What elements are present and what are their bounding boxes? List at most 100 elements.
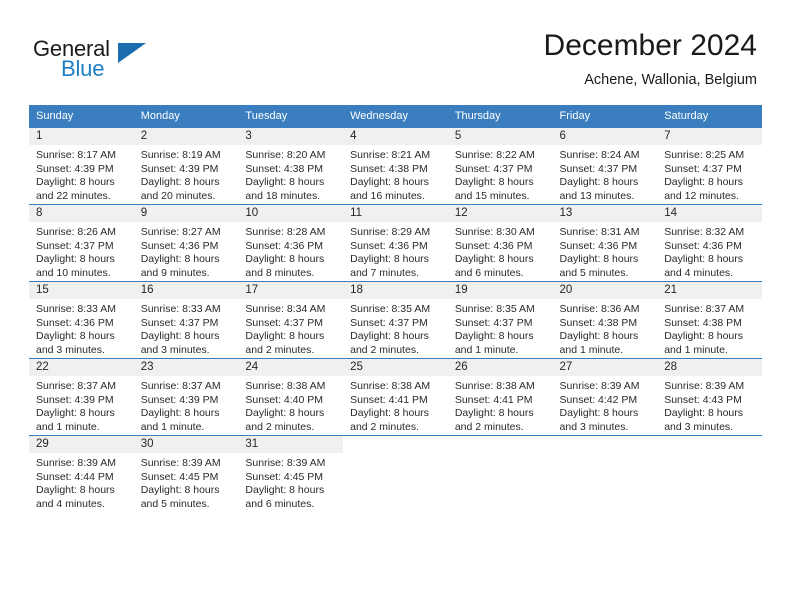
daylight-line1: Daylight: 8 hours [140,176,220,189]
daylight-line1: Daylight: 8 hours [36,484,115,497]
calendar-day-cell-empty [657,435,762,512]
daylight-line2: and 5 minutes. [559,266,629,279]
calendar-day-cell[interactable]: 25 Sunrise: 8:38 AM Sunset: 4:41 PM Dayl… [343,358,448,436]
sunrise-text: Sunrise: 8:39 AM [245,457,326,469]
day-number: 9 [133,205,239,222]
day-number: 28 [657,359,762,376]
daylight-line1: Daylight: 8 hours [140,253,220,266]
daylight-line2: and 6 minutes. [245,497,315,510]
calendar-day-cell[interactable]: 23 Sunrise: 8:37 AM Sunset: 4:39 PM Dayl… [133,358,239,436]
sunrise-text: Sunrise: 8:19 AM [140,149,221,161]
day-details: Sunrise: 8:37 AM Sunset: 4:38 PM Dayligh… [657,299,762,357]
sunrise-text: Sunrise: 8:24 AM [559,149,640,161]
daylight-line1: Daylight: 8 hours [664,253,744,266]
daylight-line2: and 4 minutes. [36,497,105,510]
sunrise-text: Sunrise: 8:39 AM [664,380,745,392]
calendar-day-cell[interactable]: 11 Sunrise: 8:29 AM Sunset: 4:36 PM Dayl… [343,204,448,282]
calendar-day-cell[interactable]: 6 Sunrise: 8:24 AM Sunset: 4:37 PM Dayli… [552,127,658,205]
sunset-text: Sunset: 4:38 PM [245,162,324,175]
daylight-line1: Daylight: 8 hours [36,407,115,420]
calendar-day-cell[interactable]: 22 Sunrise: 8:37 AM Sunset: 4:39 PM Dayl… [29,358,134,436]
page-header: General Blue December 2024 Achene, Wallo… [0,0,792,100]
day-details: Sunrise: 8:39 AM Sunset: 4:43 PM Dayligh… [657,376,762,434]
calendar-day-cell[interactable]: 12 Sunrise: 8:30 AM Sunset: 4:36 PM Dayl… [447,204,553,282]
calendar-day-cell[interactable]: 28 Sunrise: 8:39 AM Sunset: 4:43 PM Dayl… [657,358,762,436]
sunrise-text: Sunrise: 8:39 AM [559,380,640,392]
calendar-day-cell[interactable]: 7 Sunrise: 8:25 AM Sunset: 4:37 PM Dayli… [657,127,762,205]
sunrise-text: Sunrise: 8:33 AM [140,303,221,315]
calendar-day-cell[interactable]: 19 Sunrise: 8:35 AM Sunset: 4:37 PM Dayl… [447,281,553,359]
sunset-text: Sunset: 4:37 PM [140,316,219,329]
calendar-day-cell[interactable]: 29 Sunrise: 8:39 AM Sunset: 4:44 PM Dayl… [29,435,134,512]
calendar-body: 1 Sunrise: 8:17 AM Sunset: 4:39 PM Dayli… [29,127,762,512]
daylight-line1: Daylight: 8 hours [559,330,639,343]
day-number: 18 [343,282,448,299]
sunset-text: Sunset: 4:45 PM [140,470,219,483]
calendar-day-cell[interactable]: 31 Sunrise: 8:39 AM Sunset: 4:45 PM Dayl… [238,435,344,512]
day-details: Sunrise: 8:37 AM Sunset: 4:39 PM Dayligh… [134,376,239,434]
calendar-day-cell[interactable]: 18 Sunrise: 8:35 AM Sunset: 4:37 PM Dayl… [343,281,448,359]
sunset-text: Sunset: 4:39 PM [36,393,114,406]
calendar-day-cell[interactable]: 14 Sunrise: 8:32 AM Sunset: 4:36 PM Dayl… [657,204,762,282]
weekday-header-tuesday: Tuesday [238,105,344,128]
calendar-day-cell[interactable]: 8 Sunrise: 8:26 AM Sunset: 4:37 PM Dayli… [29,204,134,282]
day-number: 7 [657,128,762,145]
daylight-line2: and 5 minutes. [140,497,210,510]
calendar-day-cell[interactable]: 9 Sunrise: 8:27 AM Sunset: 4:36 PM Dayli… [133,204,239,282]
calendar-day-cell[interactable]: 5 Sunrise: 8:22 AM Sunset: 4:37 PM Dayli… [447,127,553,205]
day-number: 23 [133,359,239,376]
day-details: Sunrise: 8:39 AM Sunset: 4:42 PM Dayligh… [553,376,658,434]
day-number: 25 [343,359,448,376]
daylight-line1: Daylight: 8 hours [664,407,744,420]
calendar-day-cell[interactable]: 2 Sunrise: 8:19 AM Sunset: 4:39 PM Dayli… [133,127,239,205]
page-subtitle: Achene, Wallonia, Belgium [584,72,757,88]
calendar-day-cell-empty [447,435,553,512]
calendar-day-cell[interactable]: 13 Sunrise: 8:31 AM Sunset: 4:36 PM Dayl… [552,204,658,282]
daylight-line2: and 2 minutes. [350,343,419,356]
calendar-day-cell[interactable]: 10 Sunrise: 8:28 AM Sunset: 4:36 PM Dayl… [238,204,344,282]
sunrise-text: Sunrise: 8:38 AM [454,380,535,392]
sunrise-text: Sunrise: 8:25 AM [664,149,745,161]
daylight-line1: Daylight: 8 hours [559,176,639,189]
calendar-day-cell[interactable]: 4 Sunrise: 8:21 AM Sunset: 4:38 PM Dayli… [343,127,448,205]
calendar-day-cell[interactable]: 21 Sunrise: 8:37 AM Sunset: 4:38 PM Dayl… [657,281,762,359]
calendar-day-cell[interactable]: 16 Sunrise: 8:33 AM Sunset: 4:37 PM Dayl… [133,281,239,359]
daylight-line1: Daylight: 8 hours [664,330,744,343]
calendar-day-cell[interactable]: 17 Sunrise: 8:34 AM Sunset: 4:37 PM Dayl… [238,281,344,359]
daylight-line1: Daylight: 8 hours [350,330,429,343]
day-details: Sunrise: 8:22 AM Sunset: 4:37 PM Dayligh… [448,145,553,203]
calendar-day-cell[interactable]: 3 Sunrise: 8:20 AM Sunset: 4:38 PM Dayli… [238,127,344,205]
calendar-day-cell[interactable]: 24 Sunrise: 8:38 AM Sunset: 4:40 PM Dayl… [238,358,344,436]
calendar-day-cell[interactable]: 26 Sunrise: 8:38 AM Sunset: 4:41 PM Dayl… [447,358,553,436]
sunrise-text: Sunrise: 8:27 AM [140,226,221,238]
page-title: December 2024 [543,29,757,62]
calendar-day-cell[interactable]: 1 Sunrise: 8:17 AM Sunset: 4:39 PM Dayli… [29,127,134,205]
day-number: 29 [29,436,134,453]
calendar-week-row: 22 Sunrise: 8:37 AM Sunset: 4:39 PM Dayl… [29,358,762,436]
daylight-line2: and 4 minutes. [664,266,734,279]
daylight-line1: Daylight: 8 hours [664,176,744,189]
sunset-text: Sunset: 4:37 PM [664,162,742,175]
daylight-line1: Daylight: 8 hours [350,176,429,189]
daylight-line1: Daylight: 8 hours [245,484,325,497]
daylight-line2: and 9 minutes. [140,266,210,279]
day-number [343,436,448,453]
day-number: 1 [29,128,134,145]
general-blue-logo[interactable]: General Blue [33,36,163,86]
day-details: Sunrise: 8:39 AM Sunset: 4:44 PM Dayligh… [29,453,134,511]
calendar-week-row: 1 Sunrise: 8:17 AM Sunset: 4:39 PM Dayli… [29,127,762,205]
calendar-day-cell[interactable]: 30 Sunrise: 8:39 AM Sunset: 4:45 PM Dayl… [133,435,239,512]
calendar-day-cell[interactable]: 27 Sunrise: 8:39 AM Sunset: 4:42 PM Dayl… [552,358,658,436]
day-details: Sunrise: 8:25 AM Sunset: 4:37 PM Dayligh… [657,145,762,203]
sunset-text: Sunset: 4:44 PM [36,470,114,483]
day-details: Sunrise: 8:33 AM Sunset: 4:36 PM Dayligh… [29,299,134,357]
calendar-day-cell[interactable]: 20 Sunrise: 8:36 AM Sunset: 4:38 PM Dayl… [552,281,658,359]
sunrise-text: Sunrise: 8:26 AM [36,226,116,238]
daylight-line2: and 8 minutes. [245,266,315,279]
sunrise-text: Sunrise: 8:21 AM [350,149,431,161]
daylight-line2: and 7 minutes. [350,266,419,279]
daylight-line2: and 13 minutes. [559,189,635,202]
daylight-line1: Daylight: 8 hours [559,407,639,420]
weekday-header-sunday: Sunday [29,105,134,128]
calendar-day-cell[interactable]: 15 Sunrise: 8:33 AM Sunset: 4:36 PM Dayl… [29,281,134,359]
